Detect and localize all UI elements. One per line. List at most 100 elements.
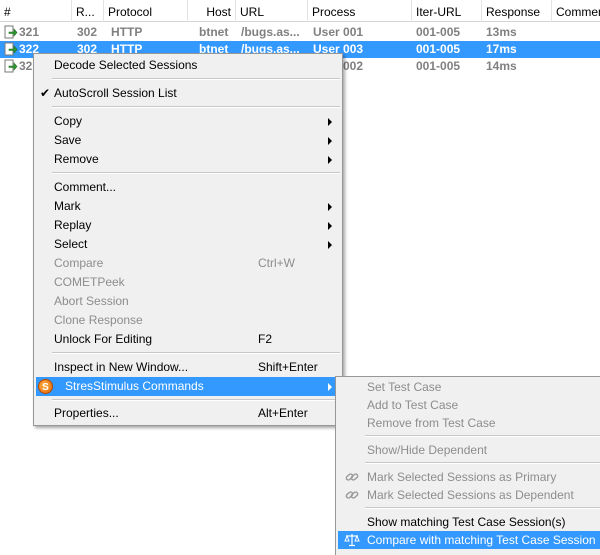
- menu-item-label: Set Test Case: [367, 380, 442, 394]
- submenu-arrow-icon: [328, 137, 332, 145]
- session-context-menu: Decode Selected Sessions ✔ AutoScroll Se…: [33, 53, 343, 426]
- menu-item-cometpeek[interactable]: COMETPeek: [36, 273, 340, 292]
- menu-item-label: Mark Selected Sessions as Dependent: [367, 488, 574, 502]
- menu-item-label: Abort Session: [54, 294, 129, 308]
- cell-url: /bugs.as...: [241, 25, 300, 39]
- menu-separator: [365, 435, 600, 437]
- submenu-item-set-test-case[interactable]: Set Test Case: [338, 378, 600, 396]
- menu-item-label: Show matching Test Case Session(s): [367, 515, 566, 529]
- cell-process: User 001: [313, 25, 364, 39]
- menu-item-label: Decode Selected Sessions: [54, 58, 198, 72]
- submenu-arrow-icon: [328, 156, 332, 164]
- submenu-item-add-to-test-case[interactable]: Add to Test Case: [338, 396, 600, 414]
- menu-item-label: Remove from Test Case: [367, 416, 496, 430]
- menu-item-label: Add to Test Case: [367, 398, 459, 412]
- redirect-arrow-icon: [4, 42, 18, 56]
- menu-item-save[interactable]: Save: [36, 131, 340, 150]
- column-header-response[interactable]: Response: [482, 0, 552, 22]
- submenu-item-mark-dependent[interactable]: Mark Selected Sessions as Dependent: [338, 486, 600, 504]
- submenu-arrow-icon: [328, 118, 332, 126]
- menu-item-autoscroll[interactable]: ✔ AutoScroll Session List: [36, 84, 340, 103]
- cell-response: 14ms: [486, 59, 517, 73]
- menu-item-properties[interactable]: Properties... Alt+Enter: [36, 404, 340, 423]
- menu-item-replay[interactable]: Replay: [36, 216, 340, 235]
- stresstimulus-submenu: Set Test Case Add to Test Case Remove fr…: [335, 376, 600, 555]
- menu-item-abort-session[interactable]: Abort Session: [36, 292, 340, 311]
- chain-link-icon: [345, 473, 359, 481]
- cell-protocol: HTTP: [111, 25, 143, 39]
- submenu-arrow-icon: [328, 241, 332, 249]
- menu-item-label: Copy: [54, 114, 83, 128]
- submenu-item-mark-primary[interactable]: Mark Selected Sessions as Primary: [338, 468, 600, 486]
- cell-iter-url: 001-005: [416, 42, 461, 56]
- menu-item-label: Save: [54, 133, 82, 147]
- compare-scales-icon: [344, 534, 360, 547]
- menu-item-label: Compare with matching Test Case Session: [367, 533, 596, 547]
- session-row[interactable]: 321 302 HTTP btnet /bugs.as... User 001 …: [0, 24, 600, 41]
- menu-item-select[interactable]: Select: [36, 235, 340, 254]
- menu-item-label: Inspect in New Window...: [54, 360, 189, 374]
- menu-item-label: Clone Response: [54, 313, 143, 327]
- menu-item-label: COMETPeek: [54, 275, 125, 289]
- menu-separator: [52, 78, 340, 80]
- submenu-arrow-icon: [328, 222, 332, 230]
- menu-item-shortcut: F2: [258, 332, 273, 346]
- menu-item-label: Remove: [54, 152, 99, 166]
- menu-item-shortcut: Shift+Enter: [258, 360, 318, 374]
- submenu-item-remove-from-test-case[interactable]: Remove from Test Case: [338, 414, 600, 432]
- column-header-comments[interactable]: Comment: [552, 0, 600, 22]
- menu-item-clone-response[interactable]: Clone Response: [36, 311, 340, 330]
- column-header-result[interactable]: R...: [72, 0, 104, 22]
- menu-item-label: Mark: [54, 199, 81, 213]
- column-header-protocol[interactable]: Protocol: [104, 0, 188, 22]
- column-header-iter-url[interactable]: Iter-URL: [412, 0, 482, 22]
- menu-separator: [52, 106, 340, 108]
- menu-item-label: AutoScroll Session List: [54, 86, 177, 100]
- cell-response: 17ms: [486, 42, 517, 56]
- column-header-url[interactable]: URL: [236, 0, 308, 22]
- menu-item-label: Compare: [54, 256, 104, 270]
- menu-item-comment[interactable]: Comment...: [36, 178, 340, 197]
- submenu-arrow-icon: [328, 203, 332, 211]
- menu-separator: [365, 462, 600, 464]
- submenu-item-show-hide-dependent[interactable]: Show/Hide Dependent: [338, 441, 600, 459]
- menu-separator: [52, 399, 340, 401]
- menu-item-label: Properties...: [54, 406, 119, 420]
- stresstimulus-logo-icon: S: [38, 379, 53, 394]
- session-list-header: # R... Protocol Host URL Process Iter-UR…: [0, 0, 600, 22]
- menu-item-label: Comment...: [54, 180, 117, 194]
- chain-link-icon: [345, 491, 359, 499]
- menu-item-unlock-for-editing[interactable]: Unlock For Editing F2: [36, 330, 340, 349]
- cell-host: btnet: [199, 25, 229, 39]
- menu-item-label: Show/Hide Dependent: [367, 443, 488, 457]
- menu-item-compare[interactable]: Compare Ctrl+W: [36, 254, 340, 273]
- menu-item-shortcut: Alt+Enter: [258, 406, 308, 420]
- menu-separator: [52, 352, 340, 354]
- cell-result: 302: [77, 25, 98, 39]
- menu-item-label: Select: [54, 237, 88, 251]
- menu-item-decode-selected-sessions[interactable]: Decode Selected Sessions: [36, 56, 340, 75]
- submenu-item-compare-matching[interactable]: Compare with matching Test Case Session: [338, 531, 600, 549]
- cell-process: 002: [343, 59, 364, 73]
- cell-iter-url: 001-005: [416, 59, 461, 73]
- menu-item-stresstimulus-commands[interactable]: S StresStimulus Commands: [36, 377, 340, 396]
- cell-number: 321: [19, 25, 40, 39]
- menu-item-inspect-new-window[interactable]: Inspect in New Window... Shift+Enter: [36, 358, 340, 377]
- menu-item-label: StresStimulus Commands: [65, 379, 204, 393]
- menu-item-label: Mark Selected Sessions as Primary: [367, 470, 557, 484]
- submenu-item-show-matching[interactable]: Show matching Test Case Session(s): [338, 513, 600, 531]
- menu-item-shortcut: Ctrl+W: [258, 256, 295, 270]
- column-header-process[interactable]: Process: [308, 0, 412, 22]
- menu-item-mark[interactable]: Mark: [36, 197, 340, 216]
- menu-item-label: Replay: [54, 218, 92, 232]
- column-header-number[interactable]: #: [0, 0, 72, 22]
- cell-response: 13ms: [486, 25, 517, 39]
- redirect-arrow-icon: [4, 25, 18, 39]
- menu-item-copy[interactable]: Copy: [36, 112, 340, 131]
- submenu-arrow-icon: [328, 383, 332, 391]
- menu-item-label: Unlock For Editing: [54, 332, 153, 346]
- cell-iter-url: 001-005: [416, 25, 461, 39]
- menu-item-remove[interactable]: Remove: [36, 150, 340, 169]
- menu-separator: [52, 172, 340, 174]
- column-header-host[interactable]: Host: [188, 0, 236, 22]
